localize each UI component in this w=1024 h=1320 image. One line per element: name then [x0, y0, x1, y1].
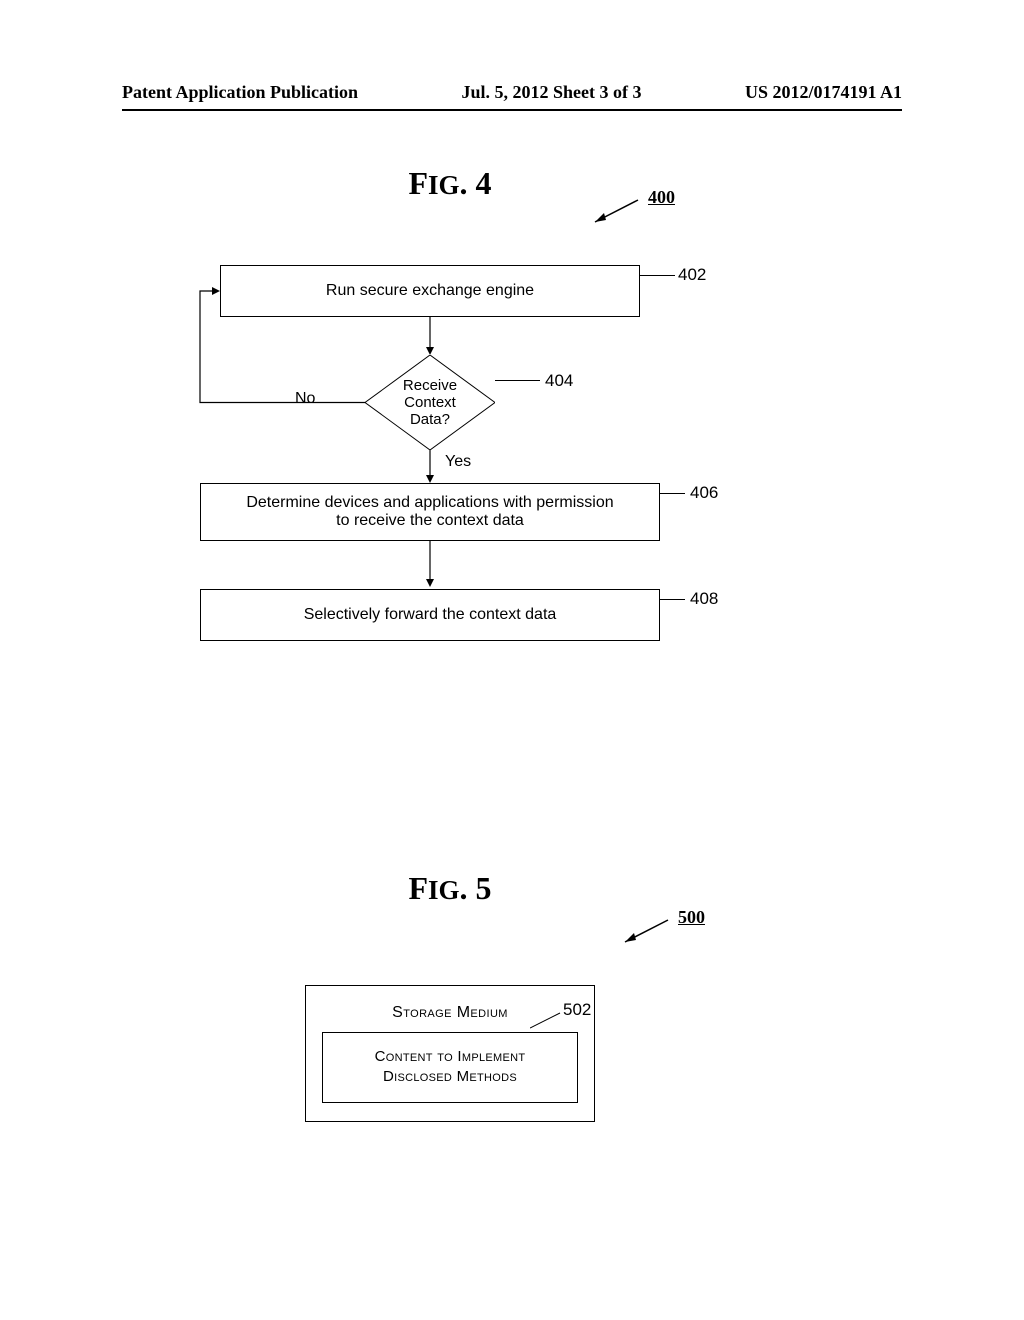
- box-406: Determine devices and applications with …: [200, 483, 660, 541]
- arrow-icon: [590, 190, 650, 230]
- header-right: US 2012/0174191 A1: [745, 82, 902, 103]
- leader-404: [495, 380, 540, 381]
- page-header: Patent Application Publication Jul. 5, 2…: [122, 82, 902, 111]
- ref-406: 406: [690, 483, 718, 503]
- fig5-title-ig: IG: [428, 875, 460, 905]
- diamond-404-text: Receive Context Data?: [365, 355, 495, 450]
- arrow-down-icon: [425, 450, 435, 485]
- ref-408: 408: [690, 589, 718, 609]
- box-408-text: Selectively forward the context data: [304, 606, 557, 624]
- fig4-title: FIG. 4: [350, 165, 550, 202]
- header-center: Jul. 5, 2012 Sheet 3 of 3: [462, 82, 642, 103]
- leader-408: [660, 599, 685, 600]
- storage-medium-box: Storage Medium Content to Implement Disc…: [305, 985, 595, 1122]
- fig5-ref-number: 500: [678, 907, 705, 928]
- fig5-title-rest: . 5: [460, 870, 492, 906]
- fig4-title-rest: . 4: [460, 165, 492, 201]
- fig5-ref-arrow: 500: [620, 910, 730, 950]
- content-text: Content to Implement Disclosed Methods: [375, 1048, 526, 1085]
- label-yes: Yes: [445, 453, 471, 471]
- fig5-title-f: F: [408, 870, 428, 906]
- fig4-title-f: F: [408, 165, 428, 201]
- fig4-title-ig: IG: [428, 170, 460, 200]
- patent-page: Patent Application Publication Jul. 5, 2…: [0, 0, 1024, 1320]
- leader-406: [660, 493, 685, 494]
- arrow-icon: [620, 910, 680, 950]
- content-box: Content to Implement Disclosed Methods: [322, 1032, 578, 1103]
- arrow-down-icon: [425, 541, 435, 589]
- fig4-ref-arrow: 400: [590, 190, 700, 230]
- arrow-down-icon: [425, 317, 435, 357]
- header-left: Patent Application Publication: [122, 82, 358, 103]
- flowchart-fig4: Run secure exchange engine 402 Receive C…: [200, 265, 700, 685]
- ref-402: 402: [678, 265, 706, 285]
- leader-402: [640, 275, 675, 276]
- box-406-text: Determine devices and applications with …: [246, 494, 613, 530]
- fig4-ref-number: 400: [648, 187, 675, 208]
- fig5-title: FIG. 5: [350, 870, 550, 907]
- ref-502: 502: [563, 1000, 591, 1020]
- ref-404: 404: [545, 371, 573, 391]
- diamond-404: Receive Context Data?: [365, 355, 495, 450]
- no-loop-arrow: [180, 265, 380, 410]
- box-408: Selectively forward the context data: [200, 589, 660, 641]
